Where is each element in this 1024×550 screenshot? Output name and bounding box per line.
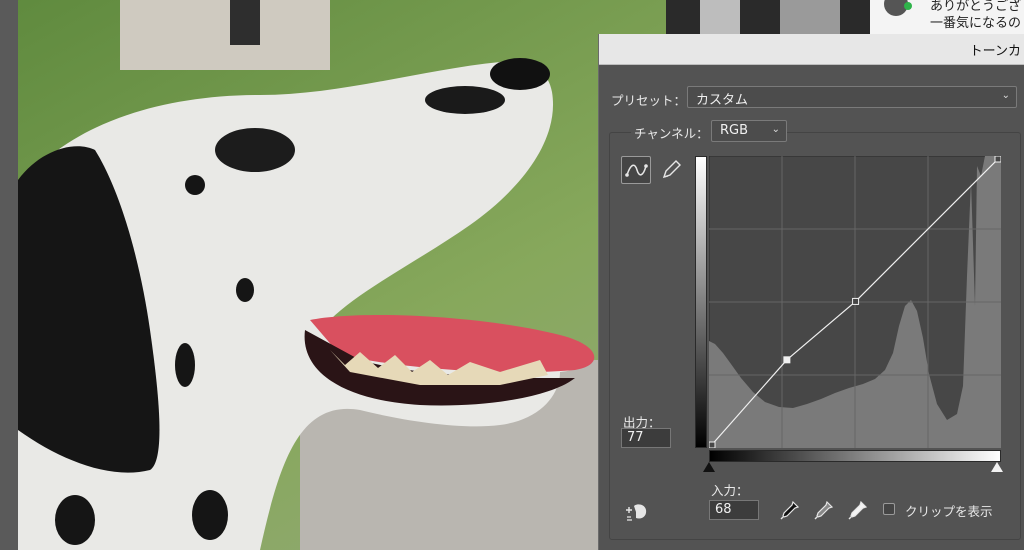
dialog-title: トーンカ — [969, 44, 1021, 59]
chat-message-text: ありがとうござ 一番気になるの — [930, 0, 1024, 32]
curve-control-point[interactable] — [852, 297, 860, 305]
hand-target-icon — [626, 504, 647, 521]
gray-eyedropper-icon — [814, 500, 834, 520]
curve-point-icon — [625, 164, 648, 177]
target-adjust-button[interactable] — [623, 500, 651, 524]
chevron-down-icon: ⌄ — [771, 124, 780, 135]
white-point-eyedropper-button[interactable] — [847, 499, 869, 521]
channel-dropdown[interactable]: RGB ⌄ — [711, 120, 787, 142]
white-point-slider[interactable] — [991, 462, 1003, 472]
white-eyedropper-icon — [848, 500, 868, 520]
gray-point-eyedropper-button[interactable] — [813, 499, 835, 521]
input-gradient-bar — [709, 450, 1001, 462]
show-clipping-checkbox[interactable] — [883, 503, 895, 515]
curve-control-point[interactable] — [709, 441, 716, 448]
channel-value: RGB — [720, 123, 749, 138]
preset-dropdown[interactable]: カスタム ⌄ — [687, 86, 1017, 108]
dialog-title-bar[interactable]: トーンカ — [599, 34, 1024, 65]
black-point-slider[interactable] — [703, 462, 715, 472]
channel-label: チャンネル： — [631, 123, 712, 142]
curve-control-point[interactable] — [783, 356, 791, 364]
black-eyedropper-icon — [780, 500, 800, 520]
curves-dialog: トーンカ プリセット： カスタム ⌄ チャンネル： RGB ⌄ 出力： 77 入… — [598, 34, 1024, 550]
chat-line-1: ありがとうござ — [930, 0, 1022, 14]
output-field[interactable]: 77 — [621, 428, 671, 448]
black-point-eyedropper-button[interactable] — [779, 499, 801, 521]
output-gradient-bar — [695, 156, 707, 448]
pencil-tool-button[interactable] — [657, 156, 687, 184]
pencil-icon — [662, 160, 681, 179]
show-clipping-label: クリップを表示 — [905, 504, 993, 519]
chevron-down-icon: ⌄ — [1001, 90, 1010, 101]
preset-value: カスタム — [696, 93, 749, 108]
preset-label: プリセット： — [611, 93, 687, 108]
curve-control-point[interactable] — [994, 156, 1001, 163]
input-field[interactable]: 68 — [709, 500, 759, 520]
online-status-dot — [904, 2, 912, 10]
chat-line-2: 一番気になるの — [930, 16, 1022, 31]
curves-graph[interactable] — [709, 156, 1001, 448]
input-label: 入力： — [711, 483, 749, 498]
curve-point-tool-button[interactable] — [621, 156, 651, 184]
